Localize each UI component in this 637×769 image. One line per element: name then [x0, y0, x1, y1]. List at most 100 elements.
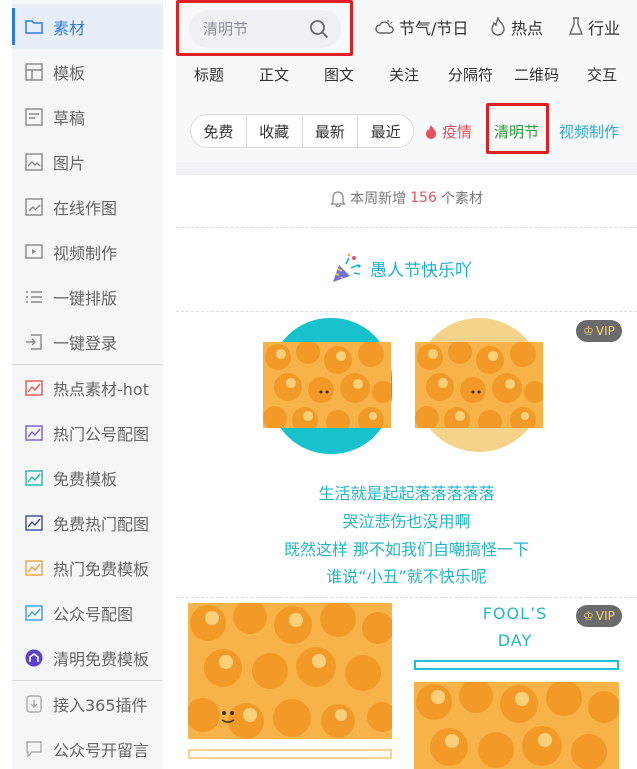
list-icon — [24, 287, 44, 307]
sidebar-item-label: 免费模板 — [53, 469, 118, 489]
chart-icon — [24, 423, 44, 443]
tag-label: 视频制作 — [559, 123, 620, 141]
sidebar-item-label: 视频制作 — [53, 243, 118, 263]
sidebar-item-label: 热门免费模板 — [53, 559, 150, 579]
tag-epidemic[interactable]: 疫情 — [424, 121, 472, 142]
sidebar-item-hot-material[interactable]: 热点素材-hot — [12, 365, 163, 410]
poem-line: 生活就是起起落落落落落 — [318, 484, 495, 503]
weekly-count: 156 — [410, 190, 437, 206]
poem-line: 哭泣悲伤也没用啊 — [342, 512, 471, 531]
tab-body[interactable]: 正文 — [259, 64, 289, 85]
teal-divider-bar — [414, 660, 619, 670]
sidebar-item-draft[interactable]: 草稿 — [12, 94, 163, 139]
filter-newest[interactable]: 最新 — [303, 115, 359, 147]
category-label: 节气/节日 — [399, 19, 469, 38]
fire-icon — [491, 17, 505, 36]
vip-badge: ♔ VIP — [576, 605, 622, 627]
login-icon — [24, 332, 44, 352]
tab-qrcode[interactable]: 二维码 — [514, 64, 559, 85]
tag-qingming[interactable]: 清明节 — [494, 121, 539, 142]
sidebar-item-label: 素材 — [53, 18, 86, 38]
sidebar-item-template[interactable]: 模板 — [12, 49, 163, 94]
vip-label: VIP — [595, 609, 615, 623]
sidebar-item-label: 公众号配图 — [53, 604, 134, 624]
filter-favorites[interactable]: 收藏 — [247, 115, 303, 147]
tab-divider[interactable]: 分隔符 — [448, 64, 493, 85]
photo-yellow-balls[interactable] — [263, 342, 391, 428]
chart-icon — [24, 378, 44, 398]
sidebar-item-layout[interactable]: 一键排版 — [12, 274, 163, 319]
photo-yellow-balls[interactable] — [414, 682, 619, 769]
weekly-summary: 本周新增 156 个素材 — [176, 188, 637, 208]
sidebar-item-label: 公众号开留言 — [53, 740, 150, 760]
draft-icon — [24, 107, 44, 127]
sidebar-item-label: 一键登录 — [53, 333, 118, 353]
tab-interactive[interactable]: 交互 — [587, 64, 617, 85]
sidebar-item-label: 一键排版 — [53, 288, 118, 308]
sidebar-item-official-images[interactable]: 公众号配图 — [12, 590, 163, 635]
tag-video[interactable]: 视频制作 — [559, 121, 619, 142]
category-label: 热点 — [511, 19, 544, 38]
sidebar: 素材 模板 草稿 图片 在线作图 视频制作 一键排版 一键登录 热点素材-hot… — [12, 0, 163, 769]
chart-icon — [24, 603, 44, 623]
sidebar-item-online-design[interactable]: 在线作图 — [12, 184, 163, 229]
yellow-divider-bar — [188, 749, 392, 759]
fire-icon — [426, 124, 436, 139]
chart-icon — [24, 468, 44, 488]
filter-recent[interactable]: 最近 — [358, 115, 413, 147]
filter-free[interactable]: 免费 — [191, 115, 247, 147]
sidebar-item-label: 接入365插件 — [53, 695, 148, 715]
comment-icon — [24, 739, 44, 759]
sidebar-item-material[interactable]: 素材 — [12, 4, 163, 49]
party-popper-icon — [333, 253, 361, 282]
search-box[interactable] — [189, 10, 341, 48]
section-title-text: 愚人节快乐吖 — [370, 260, 472, 281]
divider — [176, 311, 637, 312]
sidebar-item-video[interactable]: 视频制作 — [12, 229, 163, 274]
category-hot[interactable]: 热点 — [489, 14, 543, 40]
crown-icon: ♔ — [583, 324, 594, 338]
search-input[interactable] — [203, 18, 303, 40]
vip-badge: ♔ VIP — [576, 320, 622, 342]
sidebar-item-label: 免费热门配图 — [53, 514, 150, 534]
sidebar-item-label: 清明免费模板 — [53, 649, 150, 669]
template-icon — [24, 62, 44, 82]
flask-icon — [568, 17, 584, 35]
sidebar-item-qingming-template[interactable]: 清明免费模板 — [12, 635, 163, 680]
sidebar-item-login[interactable]: 一键登录 — [12, 319, 163, 364]
weekly-prefix: 本周新增 — [350, 191, 407, 207]
poem-line: 谁说“小丑”就不快乐呢 — [326, 567, 487, 586]
search-icon[interactable] — [309, 19, 329, 39]
crown-icon: ♔ — [583, 609, 594, 623]
vip-label: VIP — [595, 324, 615, 338]
sidebar-item-plugin[interactable]: 接入365插件 — [12, 681, 163, 726]
image-icon — [24, 152, 44, 172]
photo-yellow-balls[interactable] — [415, 342, 543, 428]
photo-yellow-balls[interactable] — [188, 603, 392, 739]
badge-icon — [24, 648, 44, 668]
tab-follow[interactable]: 关注 — [389, 64, 419, 85]
category-industry[interactable]: 行业 — [568, 14, 620, 40]
tab-title[interactable]: 标题 — [194, 64, 224, 85]
plugin-icon — [24, 694, 44, 714]
chart-icon — [24, 558, 44, 578]
video-icon — [24, 242, 44, 262]
sidebar-item-label: 图片 — [53, 153, 86, 173]
weather-icon — [375, 20, 394, 34]
tab-image-text[interactable]: 图文 — [324, 64, 354, 85]
sidebar-item-comment[interactable]: 公众号开留言 — [12, 726, 163, 769]
folder-icon — [24, 17, 44, 37]
sidebar-item-free-hot-images[interactable]: 免费热门配图 — [12, 500, 163, 545]
sidebar-item-label: 草稿 — [53, 108, 86, 128]
tag-label: 疫情 — [442, 123, 473, 141]
divider — [176, 227, 637, 228]
filter-group: 免费 收藏 最新 最近 — [190, 114, 414, 148]
sidebar-item-image[interactable]: 图片 — [12, 139, 163, 184]
sidebar-item-free-template[interactable]: 免费模板 — [12, 455, 163, 500]
sidebar-item-hot-free-template[interactable]: 热门免费模板 — [12, 545, 163, 590]
sidebar-item-hot-images[interactable]: 热门公号配图 — [12, 410, 163, 455]
category-festival[interactable]: 节气/节日 — [375, 14, 468, 40]
divider — [176, 597, 637, 598]
section-title: 愚人节快乐吖 — [330, 252, 472, 284]
sidebar-item-label: 热门公号配图 — [53, 424, 150, 444]
